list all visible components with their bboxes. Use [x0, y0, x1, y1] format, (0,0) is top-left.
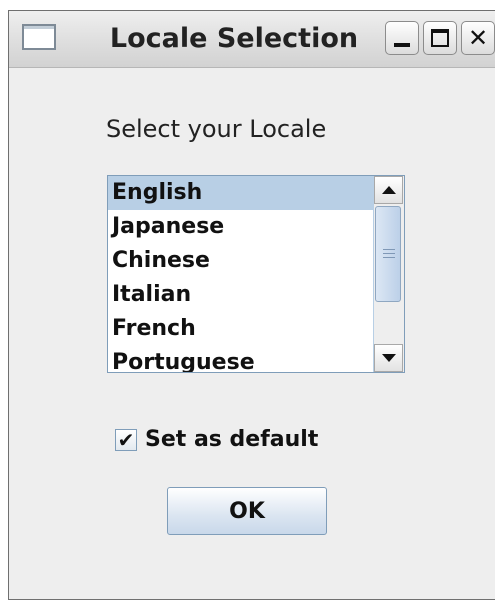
title-bar[interactable]: Locale Selection ✕ — [9, 11, 495, 68]
vertical-scrollbar[interactable] — [373, 176, 404, 372]
window-title: Locale Selection — [109, 23, 359, 54]
checkmark-icon: ✔ — [117, 427, 135, 452]
prompt-label: Select your Locale — [106, 115, 327, 143]
set-default-row[interactable]: ✔ Set as default — [115, 427, 318, 452]
set-default-label[interactable]: Set as default — [145, 427, 318, 452]
grip-line — [383, 253, 395, 254]
maximize-icon — [431, 29, 449, 47]
list-item-portuguese[interactable]: Portuguese — [108, 346, 374, 372]
scroll-up-button[interactable] — [374, 176, 403, 204]
window-icon[interactable] — [22, 24, 56, 50]
scroll-thumb[interactable] — [375, 206, 401, 302]
ok-button[interactable]: OK — [167, 487, 327, 535]
locale-selection-window: Locale Selection ✕ Select your Locale En… — [8, 10, 495, 600]
ok-button-label: OK — [229, 498, 265, 524]
set-default-checkbox[interactable]: ✔ — [115, 427, 137, 452]
grip-line — [383, 257, 395, 258]
minimize-button[interactable] — [385, 21, 419, 55]
locale-list-items: English Japanese Chinese Italian French … — [108, 176, 374, 372]
maximize-button[interactable] — [423, 21, 457, 55]
list-item-english[interactable]: English — [108, 176, 374, 210]
list-item-chinese[interactable]: Chinese — [108, 244, 374, 278]
list-item-french[interactable]: French — [108, 312, 374, 346]
arrow-down-icon — [381, 354, 396, 362]
grip-line — [383, 249, 395, 250]
close-icon: ✕ — [467, 24, 489, 52]
arrow-up-icon — [381, 186, 396, 194]
list-item-japanese[interactable]: Japanese — [108, 210, 374, 244]
close-button[interactable]: ✕ — [461, 21, 495, 55]
scroll-down-button[interactable] — [374, 344, 403, 372]
list-item-italian[interactable]: Italian — [108, 278, 374, 312]
minimize-icon — [394, 43, 410, 47]
locale-list[interactable]: English Japanese Chinese Italian French … — [107, 175, 405, 373]
